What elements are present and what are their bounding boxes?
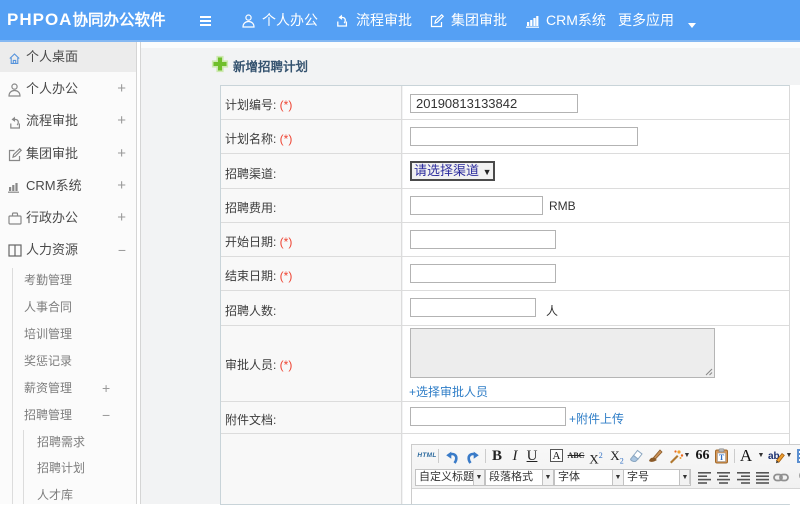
svg-text:T: T xyxy=(719,453,725,462)
